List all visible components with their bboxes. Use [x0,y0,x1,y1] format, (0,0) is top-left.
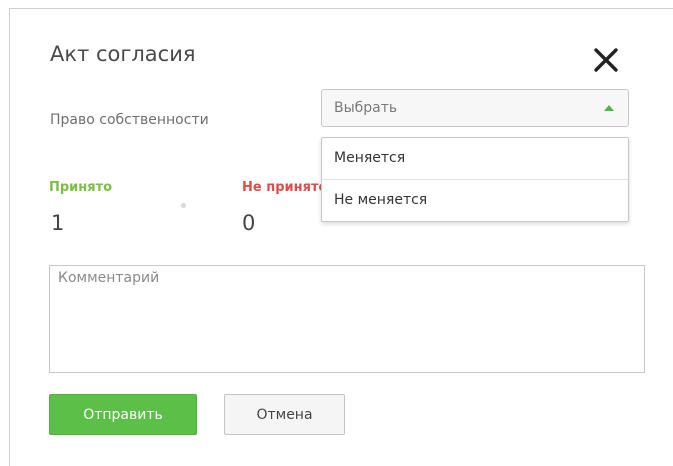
accepted-label: Принято [49,180,113,195]
caret-up-icon [604,105,614,111]
dropdown-option-not-changes[interactable]: Не меняется [322,179,628,220]
ownership-label: Право собственности [50,112,209,128]
rejected-count: 0 [242,211,256,235]
comment-textarea[interactable] [49,265,645,373]
close-icon [594,48,618,72]
consent-act-dialog: Акт согласия Право собственности Выбрать… [9,8,673,466]
ownership-select[interactable]: Выбрать [321,89,629,127]
dialog-title: Акт согласия [50,42,196,66]
separator-dot [181,203,186,208]
dropdown-option-changes[interactable]: Меняется [322,138,628,179]
submit-button[interactable]: Отправить [49,394,197,435]
cancel-button[interactable]: Отмена [224,394,345,435]
accepted-count: 1 [51,211,65,235]
ownership-dropdown-menu: Меняется Не меняется [321,137,629,222]
close-button[interactable] [593,47,619,73]
rejected-label: Не принято [242,180,328,195]
ownership-select-value: Выбрать [334,100,398,116]
